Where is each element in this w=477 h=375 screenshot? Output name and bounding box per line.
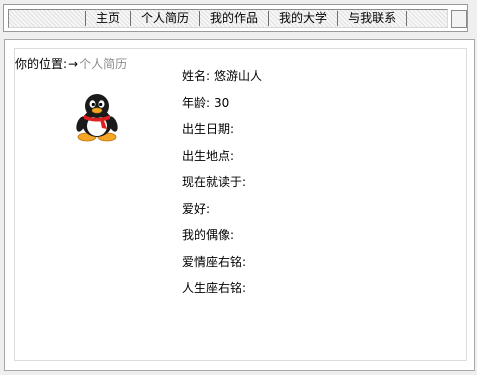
profile-school-row: 现在就读于: [182, 173, 262, 200]
breadcrumb-arrow-icon: → [68, 57, 79, 71]
nav-item-home[interactable]: 主页 [85, 11, 130, 26]
love-motto-label: 爱情座右铭: [182, 254, 247, 269]
profile-love-motto-row: 爱情座右铭: [182, 253, 262, 280]
breadcrumb-prefix: 你的位置: [15, 57, 68, 71]
hobby-label: 爱好: [182, 201, 211, 216]
birth-date-label: 出生日期: [182, 122, 235, 136]
name-label: 姓名: [182, 69, 211, 83]
nav-item-resume[interactable]: 个人简历 [130, 11, 199, 26]
school-label: 现在就读于: [182, 175, 247, 189]
name-value: 悠游山人 [214, 69, 263, 83]
idol-label: 我的偶像: [182, 228, 235, 242]
breadcrumb-current-link[interactable]: 个人简历 [79, 57, 127, 71]
age-label: 年龄: [182, 95, 211, 110]
nav-menu: 主页 个人简历 我的作品 我的大学 与我联系 [85, 10, 408, 27]
profile-birth-date-row: 出生日期: [182, 120, 262, 147]
nav-item-university[interactable]: 我的大学 [268, 11, 337, 26]
life-motto-label: 人生座右铭: [182, 281, 247, 295]
qq-penguin-icon [72, 92, 122, 142]
profile-hobby-row: 爱好: [182, 200, 262, 227]
profile-age-row: 年龄: 30 [182, 94, 262, 121]
profile-birth-place-row: 出生地点: [182, 147, 262, 174]
profile-info-list: 姓名: 悠游山人 年龄: 30 出生日期: 出生地点: 现在就读于: 爱好: 我的偶… [182, 67, 262, 306]
age-value: 30 [214, 95, 230, 110]
profile-idol-row: 我的偶像: [182, 226, 262, 253]
profile-life-motto-row: 人生座右铭: [182, 279, 262, 306]
top-navigation-bar: 主页 个人简历 我的作品 我的大学 与我联系 [3, 4, 468, 32]
nav-end-cap [451, 10, 467, 28]
nav-item-works[interactable]: 我的作品 [199, 11, 268, 26]
profile-name-row: 姓名: 悠游山人 [182, 67, 262, 94]
nav-item-contact[interactable]: 与我联系 [337, 11, 408, 26]
breadcrumb: 你的位置:→个人简历 [15, 55, 127, 72]
nav-tab-strip: 主页 个人简历 我的作品 我的大学 与我联系 [8, 9, 448, 28]
birth-place-label: 出生地点: [182, 148, 235, 163]
